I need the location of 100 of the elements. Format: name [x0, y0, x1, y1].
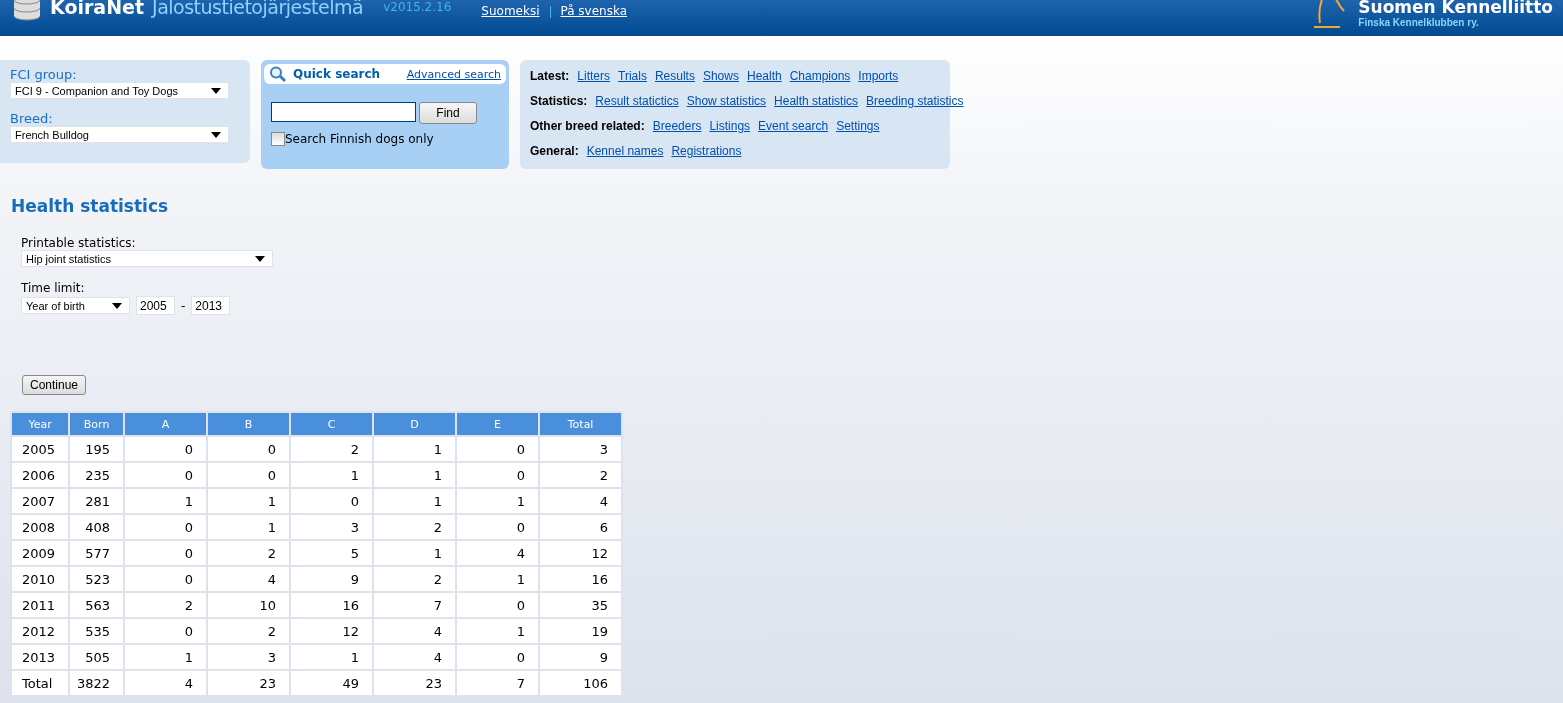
table-cell: 1	[208, 515, 290, 539]
table-cell: 195	[70, 437, 124, 461]
language-link[interactable]: På svenska	[560, 4, 628, 18]
dropdown-caret-icon	[112, 302, 122, 309]
table-cell: 1	[374, 437, 456, 461]
nav-link[interactable]: Litters	[577, 69, 611, 83]
search-field[interactable]	[271, 102, 416, 122]
nav-link[interactable]: Breeders	[652, 119, 702, 133]
database-icon	[12, 0, 42, 22]
table-cell: 2012	[12, 619, 69, 643]
column-header: D	[374, 413, 456, 435]
link-group-label: Statistics:	[530, 94, 588, 108]
table-cell: 0	[457, 463, 539, 487]
brand-name: KoiraNet	[50, 0, 145, 18]
advanced-search-link[interactable]: Advanced search	[406, 67, 501, 81]
link-group-label: Other breed related:	[530, 119, 645, 133]
table-cell: 0	[125, 437, 207, 461]
table-cell: 2	[291, 437, 373, 461]
nav-link[interactable]: Health	[746, 69, 782, 83]
dropdown-caret-icon	[211, 87, 221, 94]
breed-select[interactable]: French Bulldog	[10, 126, 229, 143]
continue-button[interactable]: Continue	[22, 375, 86, 395]
table-cell: 35	[540, 593, 622, 617]
table-cell: 0	[291, 489, 373, 513]
column-header: Total	[540, 413, 622, 435]
table-cell: 23	[374, 671, 456, 695]
table-cell: 1	[374, 463, 456, 487]
table-cell: 2006	[12, 463, 69, 487]
table-cell: 4	[125, 671, 207, 695]
year-to-field[interactable]: 2013	[191, 296, 231, 315]
table-cell: 0	[457, 515, 539, 539]
table-cell: 1	[374, 541, 456, 565]
table-cell: 16	[291, 593, 373, 617]
table-cell: 5	[291, 541, 373, 565]
table-cell: 2007	[12, 489, 69, 513]
finnish-only-label: Search Finnish dogs only	[285, 132, 434, 146]
table-cell: 0	[125, 567, 207, 591]
table-cell: 2005	[12, 437, 69, 461]
find-button[interactable]: Find	[419, 102, 477, 124]
nav-link[interactable]: Result statictics	[595, 94, 679, 108]
table-cell: 4	[208, 567, 290, 591]
nav-link[interactable]: Imports	[858, 69, 899, 83]
table-cell: 1	[457, 567, 539, 591]
year-from-field[interactable]: 2005	[136, 296, 175, 315]
table-cell: 0	[125, 463, 207, 487]
range-separator: -	[181, 298, 186, 313]
table-cell: 3822	[70, 671, 124, 695]
nav-link[interactable]: Listings	[709, 119, 751, 133]
table-cell: 4	[374, 619, 456, 643]
nav-link[interactable]: Trials	[618, 69, 647, 83]
table-cell: 563	[70, 593, 124, 617]
table-cell: 2	[125, 593, 207, 617]
nav-link[interactable]: Champions	[789, 69, 851, 83]
table-cell: 4	[457, 541, 539, 565]
product-name: Jalostustietojärjestelmä	[152, 0, 364, 18]
quick-search-title: Quick search	[293, 67, 381, 81]
language-link[interactable]: Suomeksi	[481, 4, 540, 18]
table-cell: Total	[12, 671, 69, 695]
table-cell: 2009	[12, 541, 69, 565]
table-cell: 12	[540, 541, 622, 565]
nav-link[interactable]: Results	[654, 69, 695, 83]
nav-link[interactable]: Breeding statistics	[866, 94, 964, 108]
column-header: Born	[70, 413, 124, 435]
finnish-only-checkbox[interactable]	[271, 132, 285, 146]
column-header: Year	[12, 413, 69, 435]
fci-group-label: FCI group:	[10, 67, 78, 82]
version-label: v2015.2.16	[383, 0, 452, 14]
table-cell: 0	[457, 593, 539, 617]
table-cell: 235	[70, 463, 124, 487]
table-cell: 1	[208, 489, 290, 513]
table-cell: 6	[540, 515, 622, 539]
fci-group-select[interactable]: FCI 9 - Companion and Toy Dogs	[10, 82, 229, 99]
table-cell: 49	[291, 671, 373, 695]
table-cell: 1	[457, 489, 539, 513]
nav-link[interactable]: Kennel names	[586, 144, 664, 158]
printable-statistics-select[interactable]: Hip joint statistics	[21, 250, 273, 267]
organization-subtitle: Finska Kennelklubben ry.	[1358, 17, 1480, 28]
nav-link[interactable]: Show statistics	[686, 94, 767, 108]
nav-link[interactable]: Health statistics	[774, 94, 859, 108]
link-group-label: Latest:	[530, 69, 570, 83]
table-cell: 1	[291, 463, 373, 487]
nav-link[interactable]: Settings	[836, 119, 880, 133]
table-cell: 2	[208, 619, 290, 643]
table-cell: 1	[125, 645, 207, 669]
organization-name: Suomen Kennelliitto	[1358, 0, 1553, 17]
table-cell: 4	[540, 489, 622, 513]
table-cell: 4	[374, 645, 456, 669]
nav-link[interactable]: Event search	[758, 119, 829, 133]
column-header: B	[208, 413, 290, 435]
table-cell: 1	[291, 645, 373, 669]
column-header: E	[457, 413, 539, 435]
nav-link[interactable]: Shows	[702, 69, 739, 83]
time-limit-select[interactable]: Year of birth	[21, 297, 130, 314]
nav-link[interactable]: Registrations	[671, 144, 742, 158]
time-limit-label: Time limit:	[21, 281, 86, 295]
table-cell: 0	[125, 619, 207, 643]
table-cell: 7	[374, 593, 456, 617]
table-cell: 1	[457, 619, 539, 643]
table-cell: 1	[374, 489, 456, 513]
column-header: C	[291, 413, 373, 435]
